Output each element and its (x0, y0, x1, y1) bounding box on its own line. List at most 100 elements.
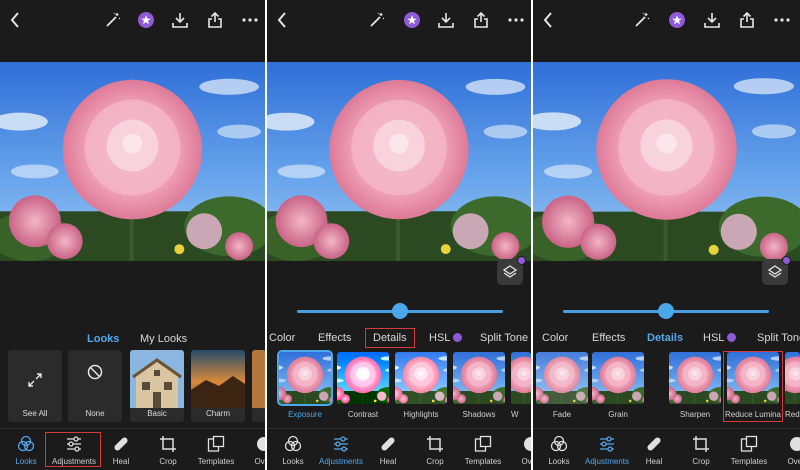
panel-details: Color Effects Details HSL Split Tone Exp… (267, 0, 531, 470)
look-none[interactable]: None (68, 350, 122, 422)
tool-label: Red (785, 410, 800, 419)
nav-crop[interactable]: Crop (675, 435, 727, 466)
templates-icon (740, 435, 758, 452)
nav-crop[interactable]: Crop (409, 435, 461, 466)
tab-my-looks[interactable]: My Looks (140, 333, 187, 345)
look-charm[interactable]: Charm (191, 350, 245, 422)
adjustment-tabs: Color Effects Details HSL Split Tone (533, 330, 800, 350)
layers-button[interactable] (497, 256, 526, 285)
share-icon[interactable] (737, 10, 757, 30)
nav-heal[interactable]: Heal (628, 435, 680, 466)
magic-wand-icon[interactable] (103, 10, 123, 30)
more-icon[interactable] (506, 10, 526, 30)
panel-details-reduce: Color Effects Details HSL Split Tone Fad… (533, 0, 800, 470)
premium-dot (517, 256, 526, 265)
top-toolbar (267, 0, 531, 40)
tool-sharpen[interactable]: Sharpen (669, 352, 721, 422)
crop-icon (160, 436, 176, 452)
look-basic[interactable]: Basic (130, 350, 184, 422)
top-toolbar (533, 0, 800, 40)
premium-star-icon[interactable] (136, 10, 156, 30)
overlay-icon (790, 437, 800, 451)
tab-split-tone[interactable]: Split Tone (757, 332, 800, 344)
tool-highlights[interactable]: Highlights (395, 352, 447, 422)
nav-templates[interactable]: Templates (457, 435, 509, 466)
tab-split-tone[interactable]: Split Tone (480, 332, 528, 344)
highlight-reduce-luminance (723, 351, 783, 422)
tab-color[interactable]: Color (542, 332, 568, 344)
tool-grain[interactable]: Grain (592, 352, 644, 422)
expand-icon (25, 370, 45, 390)
tab-effects[interactable]: Effects (592, 332, 625, 344)
premium-dot (782, 256, 791, 265)
tab-looks[interactable]: Looks (87, 333, 119, 345)
tool-partial[interactable]: W (511, 352, 531, 422)
templates-icon (207, 435, 225, 452)
nav-crop[interactable]: Crop (142, 435, 194, 466)
sliders-icon (334, 436, 348, 452)
look-see-all[interactable]: See All (8, 350, 62, 422)
tool-shadows[interactable]: Shadows (453, 352, 505, 422)
download-icon[interactable] (702, 10, 722, 30)
look-label: Basic (147, 409, 167, 418)
tool-label: Exposure (288, 410, 322, 419)
bottom-nav: Looks Adjustments Heal Crop Templates Ov… (533, 428, 800, 470)
tab-hsl[interactable]: HSL (703, 332, 737, 344)
tab-details[interactable]: Details (365, 328, 415, 348)
back-icon[interactable] (6, 10, 24, 30)
layers-button[interactable] (762, 256, 791, 285)
tool-label: Fade (552, 410, 572, 419)
tab-details[interactable]: Details (647, 332, 683, 344)
nav-templates[interactable]: Templates (723, 435, 775, 466)
tab-hsl-label: HSL (429, 332, 451, 344)
look-charm-preview (191, 350, 245, 408)
nav-looks[interactable]: Looks (533, 435, 585, 466)
panel-looks: Looks My Looks See All None Basic Charm … (0, 0, 265, 470)
tool-strip: Exposure Contrast Highlights Shadows W (267, 350, 531, 422)
share-icon[interactable] (205, 10, 225, 30)
slider-knob[interactable] (392, 303, 408, 319)
more-icon[interactable] (772, 10, 792, 30)
back-icon[interactable] (539, 10, 557, 30)
nav-overlays[interactable]: Overl (771, 435, 800, 466)
no-entry-icon (85, 362, 105, 382)
tool-fade[interactable]: Fade (536, 352, 588, 422)
magic-wand-icon[interactable] (367, 10, 387, 30)
tool-label: Highlights (403, 410, 439, 419)
look-label: None (85, 409, 105, 418)
magic-wand-icon[interactable] (632, 10, 652, 30)
premium-star-icon[interactable] (402, 10, 422, 30)
slider-knob[interactable] (658, 303, 674, 319)
photo-preview (533, 62, 800, 261)
tool-label: Contrast (347, 410, 379, 419)
tool-exposure[interactable]: Exposure (277, 350, 333, 422)
nav-heal[interactable]: Heal (362, 435, 414, 466)
overlay-icon (524, 437, 531, 451)
download-icon[interactable] (170, 10, 190, 30)
nav-adjustments[interactable]: Adjustments (581, 435, 633, 466)
adjustment-tabs: Color Effects Details HSL Split Tone (267, 328, 531, 350)
nav-templates[interactable]: Templates (190, 435, 242, 466)
premium-star-icon[interactable] (667, 10, 687, 30)
tool-contrast[interactable]: Contrast (337, 352, 389, 422)
download-icon[interactable] (436, 10, 456, 30)
highlight-adjustments (45, 432, 101, 467)
tab-hsl[interactable]: HSL (429, 332, 463, 344)
share-icon[interactable] (471, 10, 491, 30)
back-icon[interactable] (273, 10, 291, 30)
nav-looks[interactable]: Looks (267, 435, 319, 466)
looks-icon (284, 435, 302, 452)
look-partial-preview (252, 350, 265, 408)
nav-overlays[interactable]: Overl (238, 435, 265, 466)
tool-partial[interactable]: Red (785, 352, 800, 422)
nav-adjustments[interactable]: Adjustments (315, 435, 367, 466)
more-icon[interactable] (240, 10, 260, 30)
look-basic-preview (130, 350, 184, 408)
premium-dot (727, 333, 737, 342)
templates-icon (474, 435, 492, 452)
look-partial[interactable] (252, 350, 265, 422)
nav-heal[interactable]: Heal (95, 435, 147, 466)
nav-overlays[interactable]: Overl (505, 435, 531, 466)
tab-color[interactable]: Color (269, 332, 295, 344)
tab-effects[interactable]: Effects (318, 332, 351, 344)
